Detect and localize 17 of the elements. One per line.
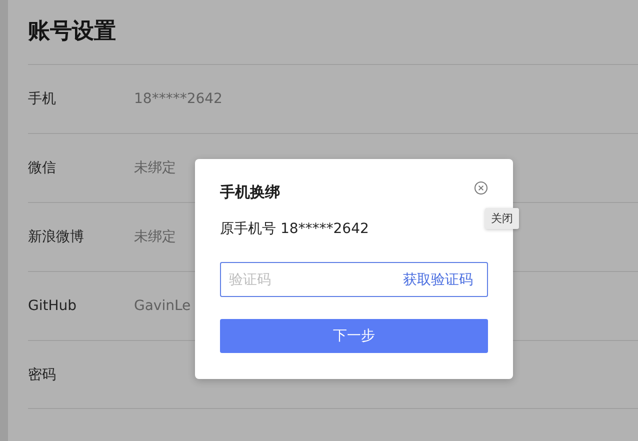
tooltip: 关闭 xyxy=(485,208,519,229)
row-value: 未绑定 xyxy=(134,228,176,246)
row-value: GavinLe xyxy=(134,298,191,314)
current-phone: 原手机号 18*****2642 xyxy=(220,220,370,238)
row-label: 微信 xyxy=(28,159,57,177)
page-title: 账号设置 xyxy=(28,18,117,46)
close-icon[interactable] xyxy=(474,181,488,195)
row-label: GitHub xyxy=(28,298,78,314)
row-value: 18*****2642 xyxy=(134,91,222,107)
row-label: 密码 xyxy=(28,366,57,384)
next-button[interactable]: 下一步 xyxy=(220,319,488,353)
code-input-field[interactable]: 验证码 获取验证码 xyxy=(220,262,488,297)
get-code-link[interactable]: 获取验证码 xyxy=(403,270,473,288)
dialog-title: 手机换绑 xyxy=(220,182,280,203)
row-label: 手机 xyxy=(28,90,57,108)
row-label: 新浪微博 xyxy=(28,228,85,246)
row-value: 未绑定 xyxy=(134,159,176,177)
